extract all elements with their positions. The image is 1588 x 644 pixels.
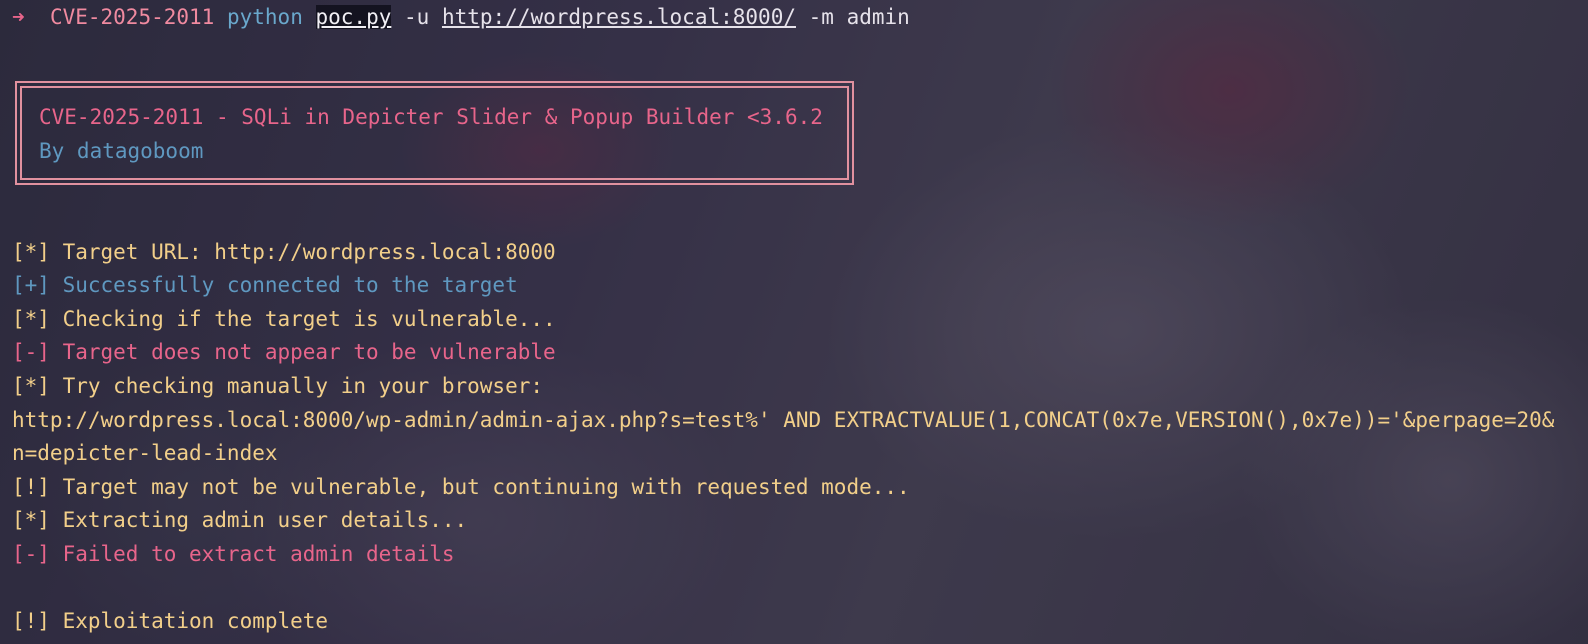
prompt-command: python	[226, 5, 303, 29]
terminal-window[interactable]: ➜ CVE-2025-2011 python poc.py -u http://…	[0, 0, 1588, 644]
output-line: [*] Checking if the target is vulnerable…	[12, 307, 556, 331]
prompt-url-link[interactable]: http://wordpress.local:8000/	[442, 5, 796, 29]
output-line: [+] Successfully connected to the target	[12, 273, 518, 297]
output-url-line[interactable]: http://wordpress.local:8000/wp-admin/adm…	[12, 406, 1554, 434]
output-url-continuation: n=depicter-lead-index	[12, 441, 278, 465]
output-line: [-] Target does not appear to be vulnera…	[12, 340, 556, 364]
output-line: [-] Failed to extract admin details	[12, 542, 455, 566]
banner-author: By datagoboom	[39, 139, 204, 163]
command-prompt-line: ➜ CVE-2025-2011 python poc.py -u http://…	[12, 3, 910, 31]
output-line: [*] Extracting admin user details...	[12, 508, 468, 532]
banner-title: CVE-2025-2011 - SQLi in Depicter Slider …	[39, 105, 823, 129]
prompt-directory: CVE-2025-2011	[49, 5, 215, 29]
output-line: [!] Exploitation complete	[12, 609, 329, 633]
output-line: [!] Target may not be vulnerable, but co…	[12, 475, 910, 499]
prompt-flag-m: -m admin	[808, 5, 910, 29]
output-line: [*] Target URL: http://wordpress.local:8…	[12, 240, 556, 264]
output-line: [*] Try checking manually in your browse…	[12, 374, 544, 398]
prompt-script-link[interactable]: poc.py	[315, 5, 392, 29]
prompt-arrow-icon: ➜	[12, 5, 25, 29]
banner-box: CVE-2025-2011 - SQLi in Depicter Slider …	[15, 81, 854, 185]
prompt-flag-u: -u	[404, 5, 430, 29]
